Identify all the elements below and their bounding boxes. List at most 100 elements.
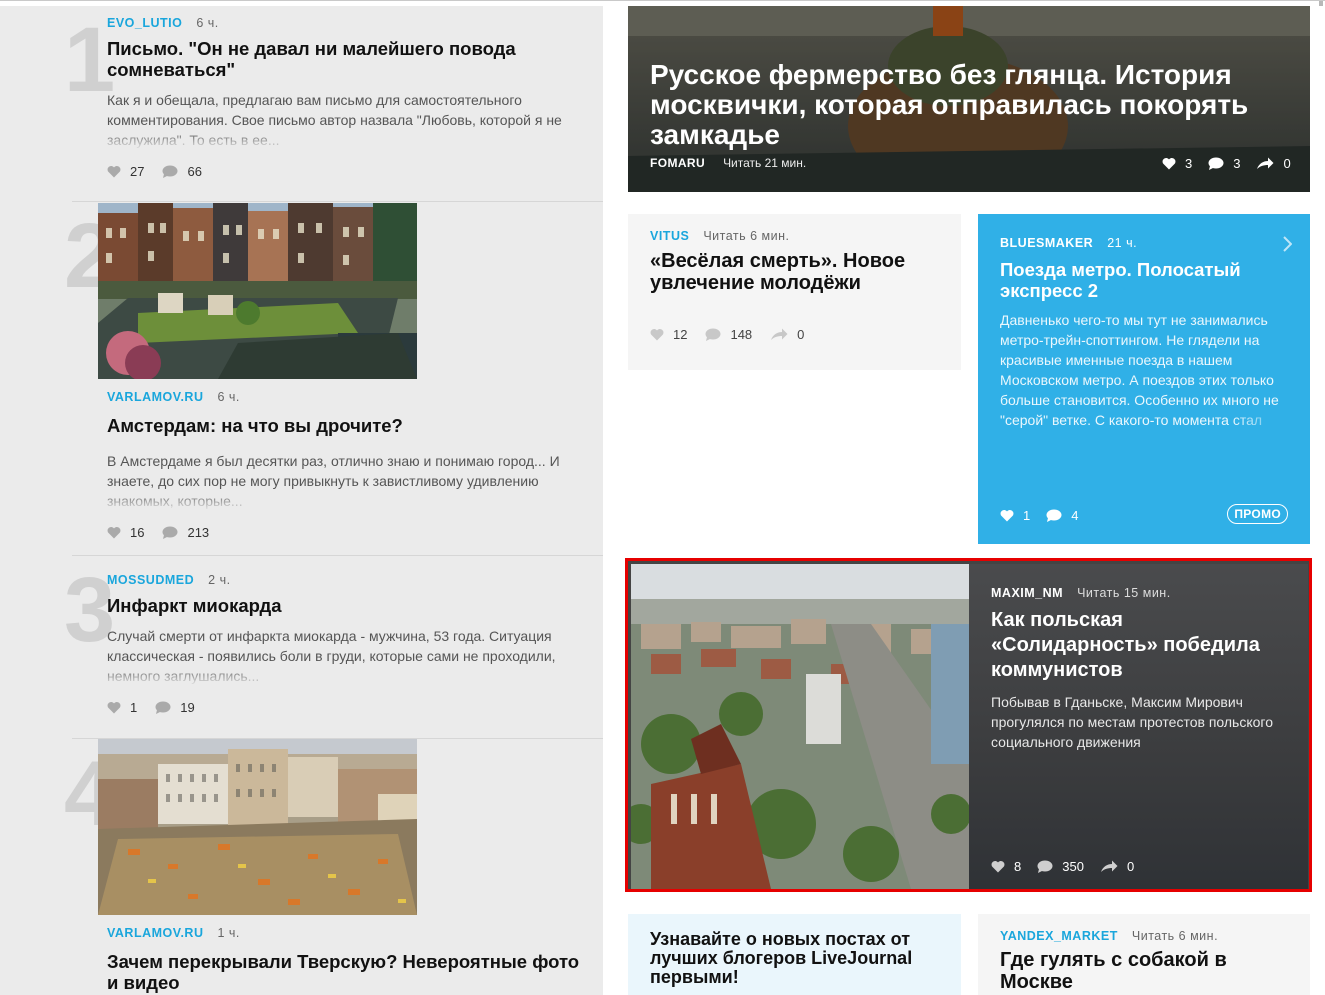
- post-title[interactable]: «Весёлая смерть». Новое увлечение молодё…: [650, 250, 950, 294]
- post-meta: MOSSUDMED 2 ч.: [107, 573, 587, 587]
- post-stats: 12 148 0: [650, 327, 822, 342]
- comment-icon: [1037, 860, 1053, 873]
- featured-post-card[interactable]: MAXIM_NM Читать 15 мин. Как польская «Сол…: [625, 558, 1312, 892]
- list-item[interactable]: VARLAMOV.RU 1 ч. Зачем перекрывали Тверск…: [107, 926, 587, 993]
- like-count[interactable]: 12: [650, 327, 687, 342]
- share-count[interactable]: 0: [1100, 859, 1134, 874]
- comment-icon: [705, 328, 721, 341]
- author-link[interactable]: MOSSUDMED: [107, 573, 194, 587]
- post-image[interactable]: [631, 564, 969, 889]
- share-count[interactable]: 0: [1256, 156, 1291, 171]
- author-link[interactable]: BLUESMAKER: [1000, 236, 1093, 250]
- post-title[interactable]: Инфаркт миокарда: [107, 595, 587, 616]
- read-time: Читать 6 мин.: [1131, 929, 1219, 943]
- comment-count[interactable]: 19: [155, 700, 195, 715]
- post-excerpt: Давненько чего-то мы тут не занимались м…: [1000, 310, 1292, 432]
- post-image[interactable]: [98, 203, 417, 379]
- comment-count[interactable]: 3: [1208, 156, 1240, 171]
- post-stats: 1 19: [107, 700, 587, 715]
- comment-count[interactable]: 350: [1037, 859, 1084, 874]
- post-time: 1 ч.: [217, 926, 240, 940]
- post-excerpt: В Амстердаме я был десятки раз, отлично …: [107, 451, 587, 511]
- comment-count[interactable]: 4: [1046, 508, 1078, 523]
- author-link[interactable]: VARLAMOV.RU: [107, 926, 203, 940]
- comment-icon: [162, 165, 178, 178]
- read-time: Читать 6 мин.: [703, 229, 790, 243]
- heart-icon: [991, 860, 1005, 873]
- post-stats: 8 350 0: [991, 859, 1150, 874]
- post-meta: MAXIM_NM Читать 15 мин.: [991, 586, 1291, 600]
- amsterdam-canal-photo: [98, 203, 417, 379]
- list-item[interactable]: EVO_LUTIO 6 ч. Письмо. "Он не давал ни ма…: [107, 16, 587, 179]
- hero-meta: FOMARU Читать 21 мин.: [650, 156, 806, 170]
- post-title[interactable]: Письмо. "Он не давал ни малейшего повода…: [107, 38, 587, 80]
- post-meta: YANDEX_MARKET Читать 6 мин.: [1000, 929, 1300, 943]
- author-link[interactable]: YANDEX_MARKET: [1000, 929, 1118, 943]
- heart-icon: [650, 328, 664, 341]
- hero-stats: 3 3 0: [1162, 156, 1307, 171]
- heart-icon: [1162, 157, 1176, 170]
- comment-count[interactable]: 148: [705, 327, 752, 342]
- like-count[interactable]: 27: [107, 164, 144, 179]
- author-link[interactable]: EVO_LUTIO: [107, 16, 182, 30]
- list-item[interactable]: MOSSUDMED 2 ч. Инфаркт миокарда Случай см…: [107, 573, 587, 715]
- share-arrow-icon: [771, 328, 788, 340]
- share-count[interactable]: 0: [770, 327, 804, 342]
- post-time: 2 ч.: [208, 573, 231, 587]
- post-card[interactable]: YANDEX_MARKET Читать 6 мин. Где гулять с …: [978, 914, 1310, 995]
- author-link[interactable]: VITUS: [650, 229, 689, 243]
- tverskaya-construction-photo: [98, 739, 417, 915]
- like-count[interactable]: 8: [991, 859, 1021, 874]
- post-stats: 1 4: [1000, 508, 1094, 523]
- read-time: Читать 15 мин.: [1077, 586, 1171, 600]
- scrollbar-thumb[interactable]: [1319, 1, 1323, 6]
- like-count[interactable]: 3: [1162, 156, 1192, 171]
- list-item[interactable]: VARLAMOV.RU 6 ч. Амстердам: на что вы дро…: [107, 390, 587, 540]
- post-time: 6 ч.: [196, 16, 219, 30]
- author-link[interactable]: MAXIM_NM: [991, 586, 1063, 600]
- comment-icon: [1208, 157, 1224, 170]
- post-meta: EVO_LUTIO 6 ч.: [107, 16, 587, 30]
- post-time: 6 ч.: [217, 390, 240, 404]
- read-time: Читать 21 мин.: [723, 156, 807, 170]
- post-title[interactable]: Где гулять с собакой в Москве: [1000, 949, 1300, 993]
- share-arrow-icon: [1257, 157, 1274, 169]
- post-excerpt: Как я и обещала, предлагаю вам письмо дл…: [107, 90, 587, 150]
- divider: [72, 201, 603, 202]
- subscribe-card[interactable]: Узнавайте о новых постах от лучших блоге…: [628, 914, 961, 995]
- divider: [72, 555, 603, 556]
- post-stats: 16 213: [107, 525, 587, 540]
- post-meta: VARLAMOV.RU 6 ч.: [107, 390, 587, 404]
- post-title[interactable]: Как польская «Солидарность» победила ком…: [991, 608, 1291, 683]
- comment-icon: [155, 701, 171, 714]
- hero-post[interactable]: Русское фермерство без глянца. История м…: [628, 6, 1310, 192]
- like-count[interactable]: 1: [1000, 508, 1030, 523]
- subscribe-text[interactable]: Узнавайте о новых постах от лучших блоге…: [650, 930, 950, 987]
- heart-icon: [107, 701, 121, 714]
- post-card[interactable]: VITUS Читать 6 мин. «Весёлая смерть». Нов…: [628, 214, 961, 370]
- comment-count[interactable]: 213: [162, 525, 209, 540]
- heart-icon: [1000, 509, 1014, 522]
- featured-post-content: MAXIM_NM Читать 15 мин. Как польская «Сол…: [969, 564, 1308, 889]
- comment-count[interactable]: 66: [162, 164, 202, 179]
- author-link[interactable]: VARLAMOV.RU: [107, 390, 203, 404]
- post-stats: 27 66: [107, 164, 587, 179]
- like-count[interactable]: 16: [107, 525, 144, 540]
- post-time: 21 ч.: [1107, 236, 1138, 250]
- hero-title[interactable]: Русское фермерство без глянца. История м…: [650, 60, 1300, 150]
- post-meta: VITUS Читать 6 мин.: [650, 229, 950, 243]
- like-count[interactable]: 1: [107, 700, 137, 715]
- heart-icon: [107, 526, 121, 539]
- comment-icon: [162, 526, 178, 539]
- post-meta: BLUESMAKER 21 ч.: [1000, 236, 1292, 250]
- post-title[interactable]: Поезда метро. Полосатый экспресс 2: [1000, 259, 1292, 301]
- post-title[interactable]: Амстердам: на что вы дрочите?: [107, 415, 587, 436]
- post-excerpt: Случай смерти от инфаркта миокарда - муж…: [107, 626, 587, 686]
- share-arrow-icon: [1100, 860, 1118, 872]
- post-image[interactable]: [98, 739, 417, 915]
- heart-icon: [107, 165, 121, 178]
- author-link[interactable]: FOMARU: [650, 156, 705, 170]
- promo-card[interactable]: BLUESMAKER 21 ч. Поезда метро. Полосатый …: [978, 214, 1310, 544]
- post-title[interactable]: Зачем перекрывали Тверскую? Невероятные …: [107, 951, 587, 993]
- gdansk-aerial-photo: [631, 564, 969, 889]
